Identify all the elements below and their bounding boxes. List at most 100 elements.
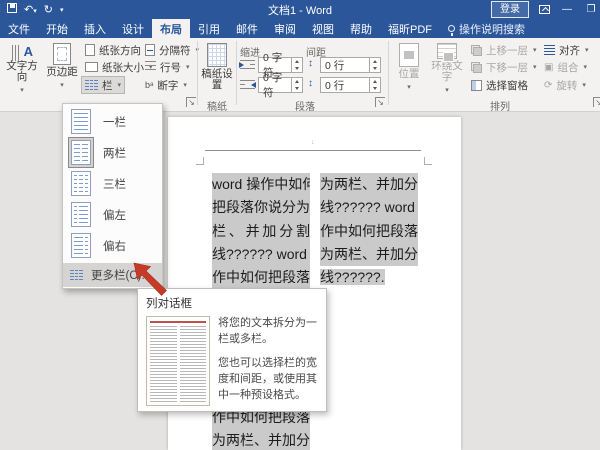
selected-text-line[interactable]: 线?????? word 操: [212, 242, 310, 267]
indent-left-stepper[interactable]: [292, 57, 303, 73]
spacing-before-stepper[interactable]: [370, 57, 381, 73]
grid-group-label: 稿纸: [207, 102, 227, 113]
ribbon-tabbar: 文件 开始 插入 设计 布局 引用 邮件 审阅 视图 帮助 福昕PDF 操作说明…: [0, 19, 600, 38]
selected-text-line[interactable]: 为两栏、并加分割: [320, 173, 418, 197]
rotate-icon: ⟳: [544, 79, 553, 91]
save-icon[interactable]: [7, 3, 17, 16]
ribbon: A 文字方向▾ 页边距▾ 纸张方向▾ 纸张大小▾ 栏▾ 分隔符▾ 行号▾ bᵃ: [0, 38, 600, 113]
spacing-after-field[interactable]: 0 行: [320, 77, 370, 93]
selected-text-line[interactable]: word 操作中如何: [212, 173, 310, 197]
spacing-after-icon: ↕: [308, 78, 313, 89]
lightbulb-icon: [448, 25, 455, 36]
margins-button[interactable]: 页边距 ▾: [42, 40, 82, 96]
breaks-button[interactable]: 分隔符▾: [142, 42, 202, 58]
tab-mailings[interactable]: 邮件: [228, 19, 266, 38]
grid-paper-setup-button[interactable]: 稿纸设置: [200, 40, 234, 96]
arrange-dialog-launcher[interactable]: ↘: [593, 97, 600, 107]
document-column-right[interactable]: 为两栏、并加分割 线?????? word 操 作中如何把段落分 为两栏、并加分…: [320, 173, 418, 289]
selected-text-line[interactable]: 栏、并加分割: [212, 219, 310, 243]
more-columns-tooltip: 列对话框 将您的文本拆分为一栏或多栏。 您也可以选择栏的宽度和间距，或使用其中一…: [137, 288, 327, 412]
menu-item-left-offset[interactable]: 偏左: [63, 199, 162, 230]
bring-forward-icon: [471, 44, 482, 56]
document-column-left[interactable]: word 操作中如何 把段落你说分为两 栏、并加分割 线?????? word …: [212, 173, 310, 290]
pilcrow-mark: ↓: [311, 139, 315, 146]
wrap-text-button: 环绕文字 ▾: [428, 40, 466, 96]
tab-review[interactable]: 审阅: [266, 19, 304, 38]
quick-access-toolbar: ↶▾ ↻ ▾: [0, 3, 63, 16]
tab-references[interactable]: 引用: [190, 19, 228, 38]
tell-me-search[interactable]: 操作说明搜索: [440, 19, 525, 38]
selected-text-line[interactable]: 为两栏、并加分割: [320, 242, 418, 267]
spacing-after-stepper[interactable]: [370, 77, 381, 93]
columns-button[interactable]: 栏 ▾: [80, 76, 126, 94]
selected-text-line[interactable]: 为两栏、并加分割: [212, 429, 310, 450]
titlebar: ↶▾ ↻ ▾ 文档1 - Word 登录 — ❐: [0, 0, 600, 19]
line-numbers-button[interactable]: 行号 ▾: [142, 59, 193, 75]
hyphenation-icon: bᵃ: [145, 80, 154, 90]
tab-insert[interactable]: 插入: [76, 19, 114, 38]
search-label: 操作说明搜索: [459, 23, 525, 36]
tab-file[interactable]: 文件: [0, 19, 38, 38]
indent-left-icon: [239, 60, 255, 70]
undo-icon[interactable]: ↶▾: [24, 3, 37, 16]
hyphenation-button[interactable]: bᵃ 断字 ▾: [142, 77, 190, 93]
spacing-before-field[interactable]: 0 行: [320, 57, 370, 73]
right-offset-columns-icon: [71, 233, 91, 258]
indent-right-icon: [240, 80, 256, 90]
login-button[interactable]: 登录: [491, 1, 529, 18]
send-backward-icon: [471, 61, 482, 73]
group-button: ▣ 组合 ▾: [544, 61, 587, 74]
left-offset-columns-icon: [71, 202, 91, 227]
text-direction-button[interactable]: A 文字方向 ▾: [2, 40, 42, 96]
grid-paper-icon: [207, 43, 227, 67]
align-button[interactable]: 对齐 ▾: [541, 42, 592, 58]
one-column-icon: [71, 109, 91, 134]
tab-help[interactable]: 帮助: [342, 19, 380, 38]
menu-item-one-column[interactable]: 一栏: [63, 106, 162, 137]
selection-pane-icon: [471, 79, 482, 91]
three-columns-icon: [71, 171, 91, 196]
tooltip-text-2: 您也可以选择栏的宽度和间距，或使用其中一种预设格式。: [218, 356, 317, 401]
line-numbers-icon: [145, 61, 156, 73]
page-setup-dialog-launcher[interactable]: ↘: [186, 97, 196, 107]
columns-icon: [85, 79, 99, 91]
breaks-icon: [145, 44, 155, 56]
document-continued-text[interactable]: 作中如何把段落分 为两栏、并加分割: [212, 406, 310, 450]
red-arrow-pointer-icon: [133, 262, 167, 296]
selection-pane-button[interactable]: 选择窗格: [468, 77, 531, 93]
menu-item-right-offset[interactable]: 偏右: [63, 230, 162, 261]
text-boundary-mark-right: [424, 157, 432, 165]
minimize-button[interactable]: —: [560, 4, 574, 15]
redo-icon[interactable]: ↻: [44, 3, 53, 16]
selected-text-line[interactable]: 作中如何把段落分: [320, 219, 418, 243]
tab-design[interactable]: 设计: [114, 19, 152, 38]
two-columns-icon: [71, 140, 91, 165]
more-columns-icon: [70, 269, 84, 281]
tab-view[interactable]: 视图: [304, 19, 342, 38]
columns-dialog-preview-image: [146, 316, 210, 406]
paper-size-icon: [85, 62, 98, 72]
tab-home[interactable]: 开始: [38, 19, 76, 38]
indent-right-field[interactable]: 0 字符: [258, 72, 292, 99]
group-icon: ▣: [544, 61, 554, 73]
selected-text-line[interactable]: 线?????? word 操: [320, 196, 418, 220]
align-icon: [544, 44, 555, 56]
send-backward-button: 下移一层 ▾: [468, 59, 540, 75]
text-boundary-mark-left: [196, 157, 204, 165]
menu-item-three-columns[interactable]: 三栏: [63, 168, 162, 199]
menu-item-two-columns[interactable]: 两栏: [63, 137, 162, 168]
maximize-button[interactable]: ❐: [584, 4, 598, 15]
paragraph-dialog-launcher[interactable]: ↘: [375, 97, 385, 107]
margins-icon: [53, 43, 71, 65]
tab-foxit-pdf[interactable]: 福昕PDF: [380, 19, 440, 38]
indent-label: 缩进: [240, 48, 260, 59]
customize-qat-icon[interactable]: ▾: [60, 6, 64, 14]
wrap-text-icon: [437, 43, 457, 62]
ribbon-display-options-icon[interactable]: [539, 1, 550, 19]
selected-text-line[interactable]: 线??????.: [320, 266, 418, 289]
arrange-group-label: 排列: [490, 102, 510, 113]
indent-right-stepper[interactable]: [292, 77, 303, 93]
selected-text-line[interactable]: 作中如何把段落分: [212, 266, 310, 290]
selected-text-line[interactable]: 把段落你说分为两: [212, 196, 310, 220]
tab-layout[interactable]: 布局: [152, 19, 190, 38]
